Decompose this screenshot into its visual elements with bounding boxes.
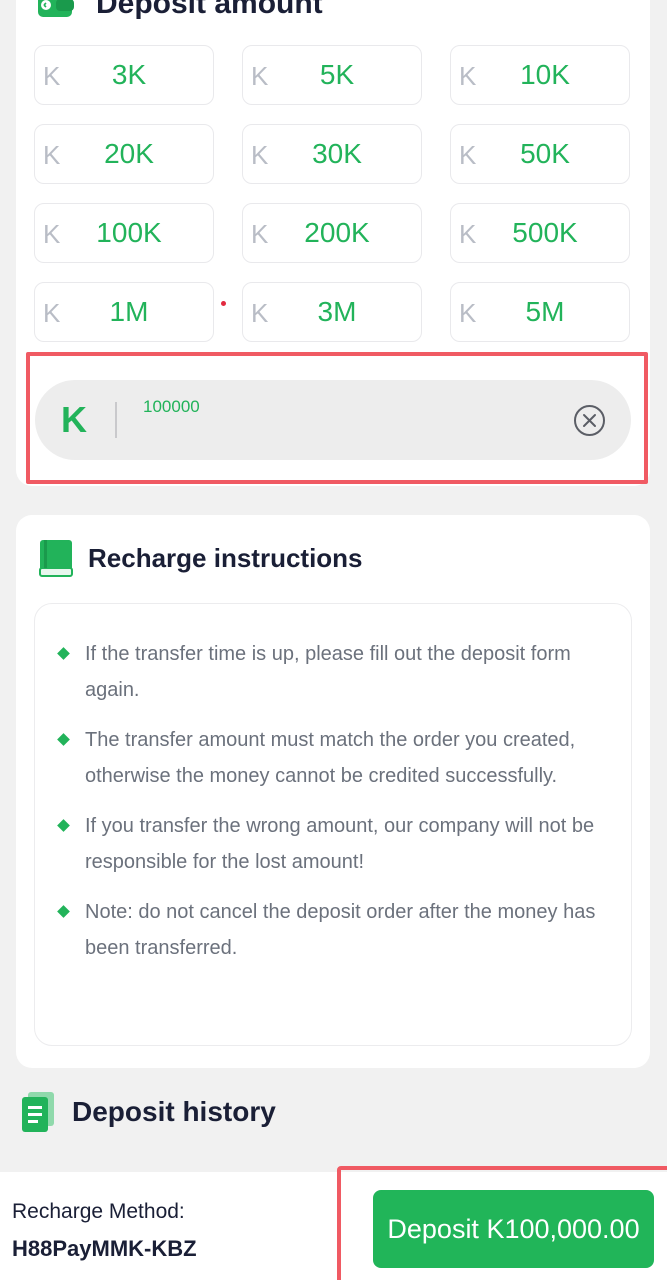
chip-currency-symbol: K [43,61,61,91]
document-icon [22,1092,54,1132]
amount-chip[interactable]: K 10K [450,45,630,105]
chip-currency-symbol: K [459,61,477,91]
instruction-text: The transfer amount must match the order… [85,729,576,787]
amount-chip[interactable]: K 500K [450,203,630,263]
instructions-box: If the transfer time is up, please fill … [34,603,632,1046]
book-icon [39,540,73,577]
chip-amount-label: 30K [312,138,362,169]
deposit-button[interactable]: Deposit K100,000.00 [373,1190,654,1268]
deposit-amount-title: Deposit amount [96,0,323,20]
amount-chip[interactable]: K 5K [242,45,422,105]
diamond-bullet-icon [57,905,70,918]
chip-amount-label: 3M [317,296,357,327]
red-dot-marker [221,301,226,306]
chip-amount-label: 5K [319,59,355,90]
recharge-instructions-title: Recharge instructions [88,542,363,573]
chip-amount-label: 1M [109,296,149,327]
custom-amount-field: K [35,380,631,460]
chip-amount-label: 10K [520,59,570,90]
recharge-method-value: H88PayMMK-KBZ [12,1236,197,1261]
instruction-text: Note: do not cancel the deposit order af… [85,901,596,959]
clear-input-button[interactable] [573,404,606,437]
chip-currency-symbol: K [459,219,477,249]
amount-chip[interactable]: K 1M [34,282,214,342]
instruction-item: If you transfer the wrong amount, our co… [55,808,605,880]
wallet-icon [38,0,74,17]
amount-chip[interactable]: K 100K [34,203,214,263]
chip-amount-label: 100K [96,217,162,248]
amount-input[interactable] [143,394,543,420]
amount-chip[interactable]: K 5M [450,282,630,342]
recharge-instructions-header: Recharge instructions [38,538,363,578]
input-currency-symbol: K [61,399,87,440]
chip-amount-label: 500K [512,217,578,248]
chip-currency-symbol: K [43,140,61,170]
deposit-page: Deposit amount K 3K K 5K K 10K K 20K K 30K K 50K K 10… [0,0,667,1280]
chip-currency-symbol: K [251,61,269,91]
amount-chip[interactable]: K 3M [242,282,422,342]
chip-currency-symbol: K [251,140,269,170]
chip-amount-label: 50K [520,138,570,169]
instruction-item: If the transfer time is up, please fill … [55,636,605,708]
diamond-bullet-icon [57,733,70,746]
chip-amount-label: 5M [525,296,565,327]
deposit-history-title: Deposit history [72,1096,276,1127]
amount-chip[interactable]: K 50K [450,124,630,184]
amount-chip[interactable]: K 3K [34,45,214,105]
chip-currency-symbol: K [43,219,61,249]
amount-chip[interactable]: K 30K [242,124,422,184]
instruction-text: If the transfer time is up, please fill … [85,643,571,701]
amount-chip[interactable]: K 200K [242,203,422,263]
recharge-method-label: Recharge Method: [12,1200,185,1223]
instruction-item: The transfer amount must match the order… [55,722,605,794]
diamond-bullet-icon [57,819,70,832]
chip-amount-label: 20K [104,138,154,169]
chip-amount-label: 200K [304,217,370,248]
diamond-bullet-icon [57,647,70,660]
instruction-text: If you transfer the wrong amount, our co… [85,815,595,873]
amount-chip[interactable]: K 20K [34,124,214,184]
chip-currency-symbol: K [251,219,269,249]
deposit-history-header[interactable]: Deposit history [22,1090,276,1134]
deposit-amount-header: Deposit amount [36,0,323,22]
chip-currency-symbol: K [251,298,269,328]
chip-currency-symbol: K [43,298,61,328]
chip-currency-symbol: K [459,140,477,170]
clear-circle-x-icon [574,405,605,436]
chip-currency-symbol: K [459,298,477,328]
instructions-list: If the transfer time is up, please fill … [55,636,605,980]
instruction-item: Note: do not cancel the deposit order af… [55,894,605,966]
chip-amount-label: 3K [111,59,147,90]
input-divider [115,402,117,438]
